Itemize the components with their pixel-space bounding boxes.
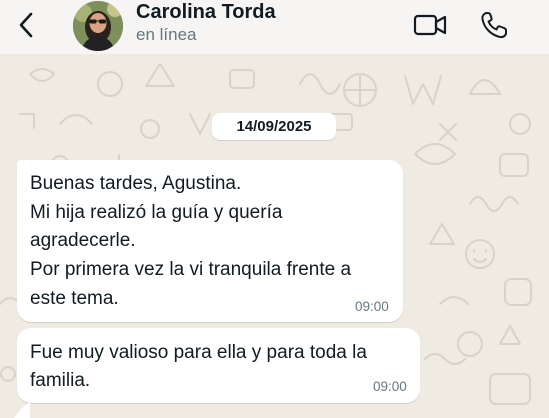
message-timestamp: 09:00 xyxy=(355,299,389,314)
message-tail-icon xyxy=(14,402,30,418)
message-text-line: Por primera vez la vi tranquila frente a xyxy=(30,259,352,280)
message-text-line: familia. xyxy=(30,370,91,391)
message-text-line: este tema. xyxy=(30,288,119,309)
back-arrow-icon[interactable] xyxy=(14,10,40,40)
message-bubble[interactable]: Buenas tardes, Agustina. Mi hija realizó… xyxy=(17,160,403,322)
message-bubble[interactable]: Fue muy valioso para ella y para toda la… xyxy=(17,328,420,403)
message-timestamp: 09:00 xyxy=(373,379,407,394)
chat-header: Carolina Torda en línea xyxy=(0,0,549,54)
video-call-icon[interactable] xyxy=(412,10,448,40)
contact-name[interactable]: Carolina Torda xyxy=(136,1,276,24)
date-separator: 14/09/2025 xyxy=(212,113,336,140)
message-text-line: Fue muy valioso para ella y para toda la xyxy=(30,342,367,363)
phone-call-icon[interactable] xyxy=(479,9,509,41)
message-text-line: agradecerle. xyxy=(30,230,136,251)
avatar[interactable] xyxy=(73,1,123,51)
message-text-line: Buenas tardes, Agustina. xyxy=(30,173,242,194)
message-text-line: Mi hija realizó la guía y quería xyxy=(30,202,283,223)
contact-status: en línea xyxy=(136,25,197,44)
